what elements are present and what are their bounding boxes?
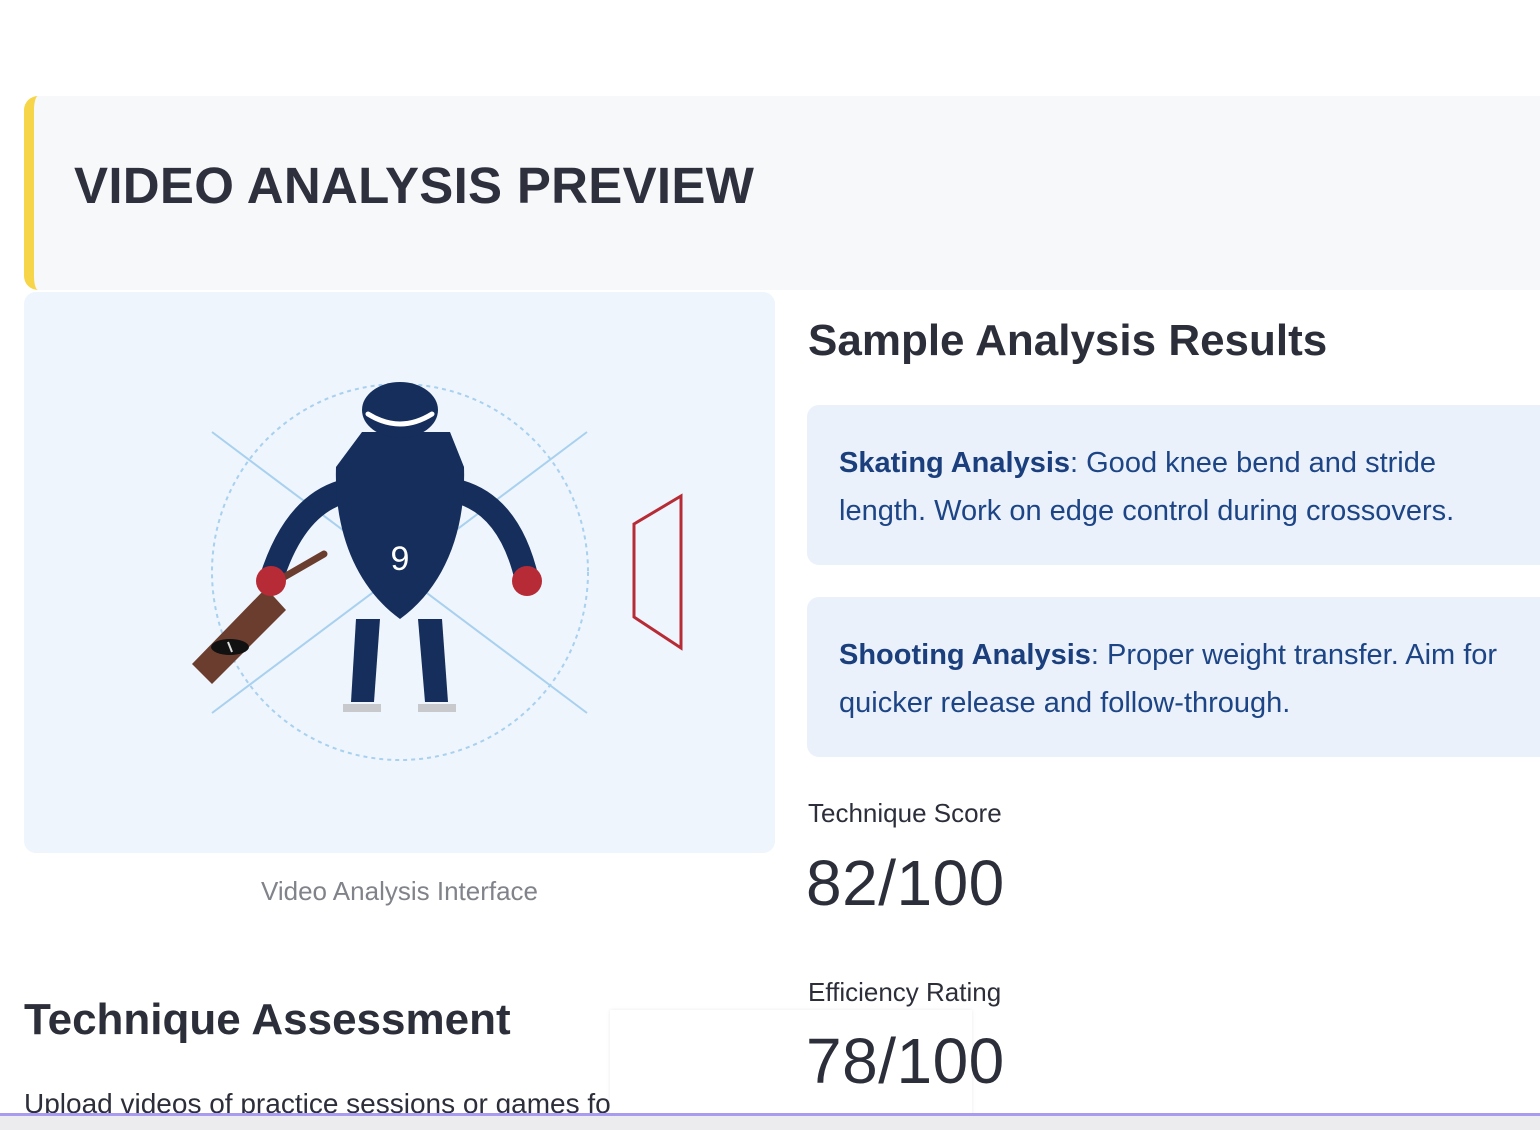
- skating-analysis-label: Skating Analysis: [839, 447, 1071, 479]
- video-preview-panel[interactable]: 9: [24, 292, 775, 853]
- player-right-leg: [418, 619, 448, 702]
- technique-score-value: 82/100: [806, 847, 1005, 919]
- player-right-skate: [418, 704, 456, 712]
- video-caption: Video Analysis Interface: [260, 876, 539, 906]
- header-banner: VIDEO ANALYSIS PREVIEW: [24, 96, 1540, 290]
- player-left-leg: [351, 619, 380, 702]
- page: VIDEO ANALYSIS PREVIEW 9 Video Analysis …: [0, 0, 1540, 1130]
- hockey-net-icon: [632, 493, 683, 651]
- technique-score-label: Technique Score: [808, 798, 1002, 828]
- player-body: [335, 432, 465, 619]
- skating-analysis-card: Skating Analysis: Good knee bend and str…: [807, 405, 1540, 565]
- video-analysis-illustration: 9: [192, 382, 683, 761]
- shooting-analysis-label: Shooting Analysis: [839, 639, 1091, 671]
- player-right-glove: [512, 566, 542, 596]
- bottom-status-bar: [0, 1113, 1540, 1130]
- jersey-number: 9: [391, 540, 410, 578]
- player-left-glove: [256, 566, 286, 596]
- efficiency-rating-label: Efficiency Rating: [808, 977, 1002, 1007]
- player-head: [362, 382, 438, 438]
- shooting-analysis-card: Shooting Analysis: Proper weight transfe…: [807, 597, 1540, 757]
- technique-assessment-title: Technique Assessment: [24, 995, 511, 1044]
- results-title: Sample Analysis Results: [808, 316, 1328, 365]
- player-left-skate: [343, 704, 381, 712]
- page-title: VIDEO ANALYSIS PREVIEW: [74, 157, 755, 214]
- player-right-arm: [448, 480, 539, 592]
- efficiency-rating-value: 78/100: [806, 1025, 1005, 1097]
- hockey-stick-blade: [192, 588, 286, 684]
- hockey-player-figure: 9: [192, 382, 542, 712]
